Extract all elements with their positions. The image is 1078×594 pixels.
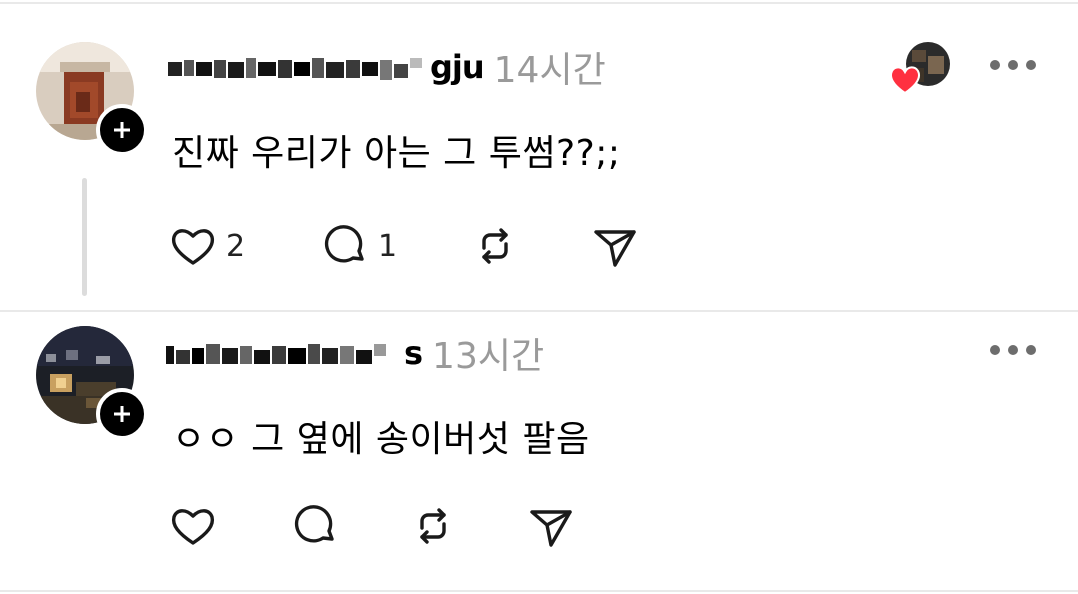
more-dot	[990, 345, 1000, 355]
like-button[interactable]	[168, 500, 218, 552]
username-pixelated	[168, 58, 422, 80]
like-count: 2	[226, 228, 246, 264]
more-button[interactable]	[990, 58, 1036, 72]
heart-icon	[171, 509, 215, 545]
follow-button[interactable]	[96, 104, 148, 156]
like-button[interactable]: 2	[168, 220, 245, 272]
paper-plane-icon	[594, 230, 636, 267]
red-heart-icon	[888, 64, 922, 96]
more-dot	[1008, 60, 1018, 70]
timestamp: 13시간	[432, 336, 545, 377]
repost-arrows-icon	[420, 508, 446, 544]
reply-text: 진짜 우리가 아는 그 투썸??;;	[172, 133, 621, 174]
timestamp: 14시간	[493, 50, 606, 91]
username-suffix: gju	[430, 48, 485, 86]
comment-count: 1	[378, 228, 398, 264]
heart-icon	[171, 229, 215, 265]
repost-arrows-icon	[482, 228, 508, 264]
share-button[interactable]	[590, 220, 640, 272]
more-dot	[1026, 60, 1036, 70]
action-bar: 2 1	[168, 220, 648, 272]
repost-button[interactable]	[408, 500, 458, 552]
bottom-divider	[0, 590, 1078, 592]
plus-icon	[114, 122, 130, 138]
more-dot	[1026, 345, 1036, 355]
username[interactable]: s 13시간	[166, 333, 544, 377]
thread-line	[82, 178, 87, 296]
more-dot	[990, 60, 1000, 70]
repost-button[interactable]	[470, 220, 520, 272]
speech-bubble-icon	[324, 225, 364, 263]
more-dot	[1008, 345, 1018, 355]
speech-bubble-icon	[294, 505, 334, 543]
comment-button[interactable]	[290, 500, 340, 552]
reply-2: s 13시간 ㅇㅇ 그 옆에 송이버섯 팔음	[0, 310, 1078, 594]
reply-1: gju 14시간 진짜 우리가 아는 그 투썸??;; 2 1	[0, 0, 1078, 310]
comment-button[interactable]: 1	[320, 220, 397, 272]
more-button[interactable]	[990, 343, 1036, 357]
action-bar	[168, 500, 588, 552]
username-suffix: s	[404, 334, 423, 372]
plus-icon	[114, 406, 130, 422]
reply-text: ㅇㅇ 그 옆에 송이버섯 팔음	[172, 419, 590, 460]
follow-button[interactable]	[96, 388, 148, 440]
paper-plane-icon	[530, 510, 572, 547]
username[interactable]: gju 14시간	[166, 47, 606, 91]
share-button[interactable]	[526, 500, 576, 552]
username-pixelated	[166, 344, 386, 364]
